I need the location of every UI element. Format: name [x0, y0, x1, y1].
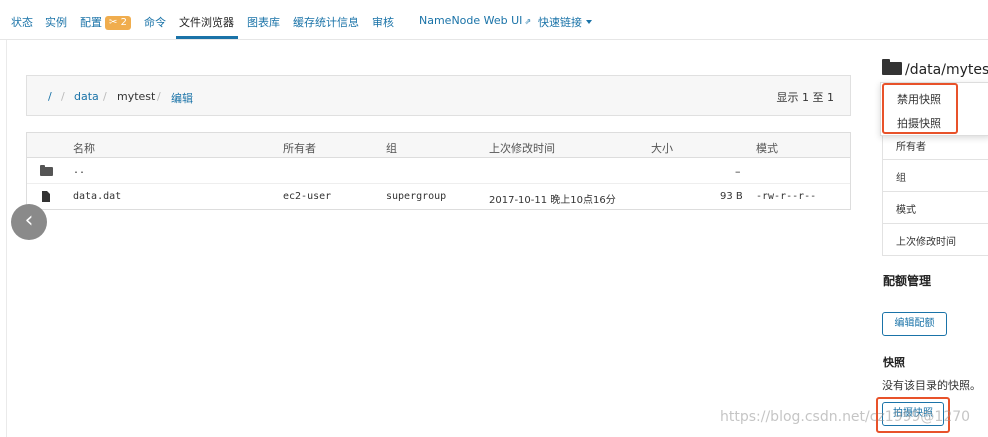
nav-namenode-webui[interactable]: NameNode Web UI ⇗ [419, 14, 531, 27]
row-owner: ec2-user [283, 191, 332, 202]
nav-status[interactable]: 状态 [11, 14, 33, 30]
nav-charts[interactable]: 图表库 [247, 14, 280, 30]
config-badge: ✂ 2 [105, 16, 131, 30]
breadcrumb: / / data / mytest / 编辑 显示 1 至 1 [26, 75, 851, 116]
active-tab-underline [176, 36, 238, 39]
nav-namenode-label: NameNode Web UI [419, 14, 523, 27]
breadcrumb-mytest: mytest [117, 90, 156, 103]
col-modified[interactable]: 上次修改时间 [489, 140, 555, 156]
left-divider [6, 40, 7, 437]
table-header: 名称 所有者 组 上次修改时间 大小 模式 [27, 133, 850, 158]
row-name[interactable]: data.dat [73, 191, 121, 202]
folder-icon [40, 165, 53, 176]
nav-quick-links-label: 快速链接 [538, 16, 582, 29]
nav-config-label: 配置 [80, 16, 102, 29]
external-link-icon: ⇗ [524, 17, 532, 26]
nav-quick-links[interactable]: 快速链接 [538, 14, 592, 30]
row-mode: -rw-r--r-- [756, 191, 817, 202]
file-icon [42, 191, 50, 202]
breadcrumb-edit[interactable]: 编辑 [171, 90, 193, 106]
col-mode[interactable]: 模式 [756, 140, 778, 156]
snapshot-label: 快照 [883, 356, 905, 369]
breadcrumb-data[interactable]: data [74, 90, 99, 103]
table-row[interactable]: .. – [27, 158, 850, 184]
file-table: 名称 所有者 组 上次修改时间 大小 模式 .. – data.dat ec2-… [26, 132, 851, 210]
properties-list: 所有者 组 模式 上次修改时间 [882, 128, 988, 256]
no-snapshot-text: 没有该目录的快照。 [882, 379, 981, 392]
col-owner[interactable]: 所有者 [283, 140, 316, 156]
row-size: – [735, 165, 741, 178]
row-modified: 2017-10-11 晚上10点16分 [489, 195, 616, 206]
table-row[interactable]: data.dat ec2-user supergroup 2017-10-11 … [27, 184, 850, 210]
nav-cache-stats[interactable]: 缓存统计信息 [293, 14, 359, 30]
breadcrumb-separator: / [157, 90, 161, 103]
nav-config[interactable]: 配置 ✂ 2 [80, 14, 131, 30]
nav-audit[interactable]: 审核 [372, 14, 394, 30]
row-group: supergroup [386, 191, 447, 202]
folder-open-icon [882, 59, 902, 75]
breadcrumb-separator: / [103, 90, 107, 103]
edit-quota-button[interactable]: 编辑配额 [882, 312, 947, 336]
col-size[interactable]: 大小 [651, 140, 673, 156]
directory-path: /data/mytest [905, 62, 988, 78]
prop-group: 组 [883, 159, 988, 191]
watermark: https://blog.csdn.net/cz1999@1270 [720, 409, 971, 425]
prop-mode: 模式 [883, 191, 988, 223]
breadcrumb-root[interactable]: / [48, 90, 52, 103]
top-nav: 状态 实例 配置 ✂ 2 命令 文件浏览器 图表库 缓存统计信息 审核 NameN… [0, 0, 988, 40]
directory-title: /data/mytest [882, 59, 988, 78]
row-size: 93 B [720, 191, 743, 202]
nav-file-browser[interactable]: 文件浏览器 [179, 14, 234, 30]
showing-count: 显示 1 至 1 [776, 91, 835, 104]
nav-instances[interactable]: 实例 [45, 14, 67, 30]
prop-modified: 上次修改时间 [883, 223, 988, 255]
caret-down-icon [586, 20, 592, 24]
col-name[interactable]: 名称 [73, 140, 95, 156]
nav-commands[interactable]: 命令 [144, 14, 166, 30]
quota-title: 配额管理 [883, 274, 932, 288]
config-badge-count: 2 [120, 17, 127, 28]
tools-icon: ✂ [109, 17, 118, 28]
col-group[interactable]: 组 [386, 140, 397, 156]
chevron-left-icon: ‹ [24, 208, 34, 233]
row-name[interactable]: .. [73, 165, 85, 176]
breadcrumb-separator: / [61, 90, 65, 103]
back-button[interactable]: ‹ [11, 204, 47, 240]
highlight-box [882, 83, 958, 134]
